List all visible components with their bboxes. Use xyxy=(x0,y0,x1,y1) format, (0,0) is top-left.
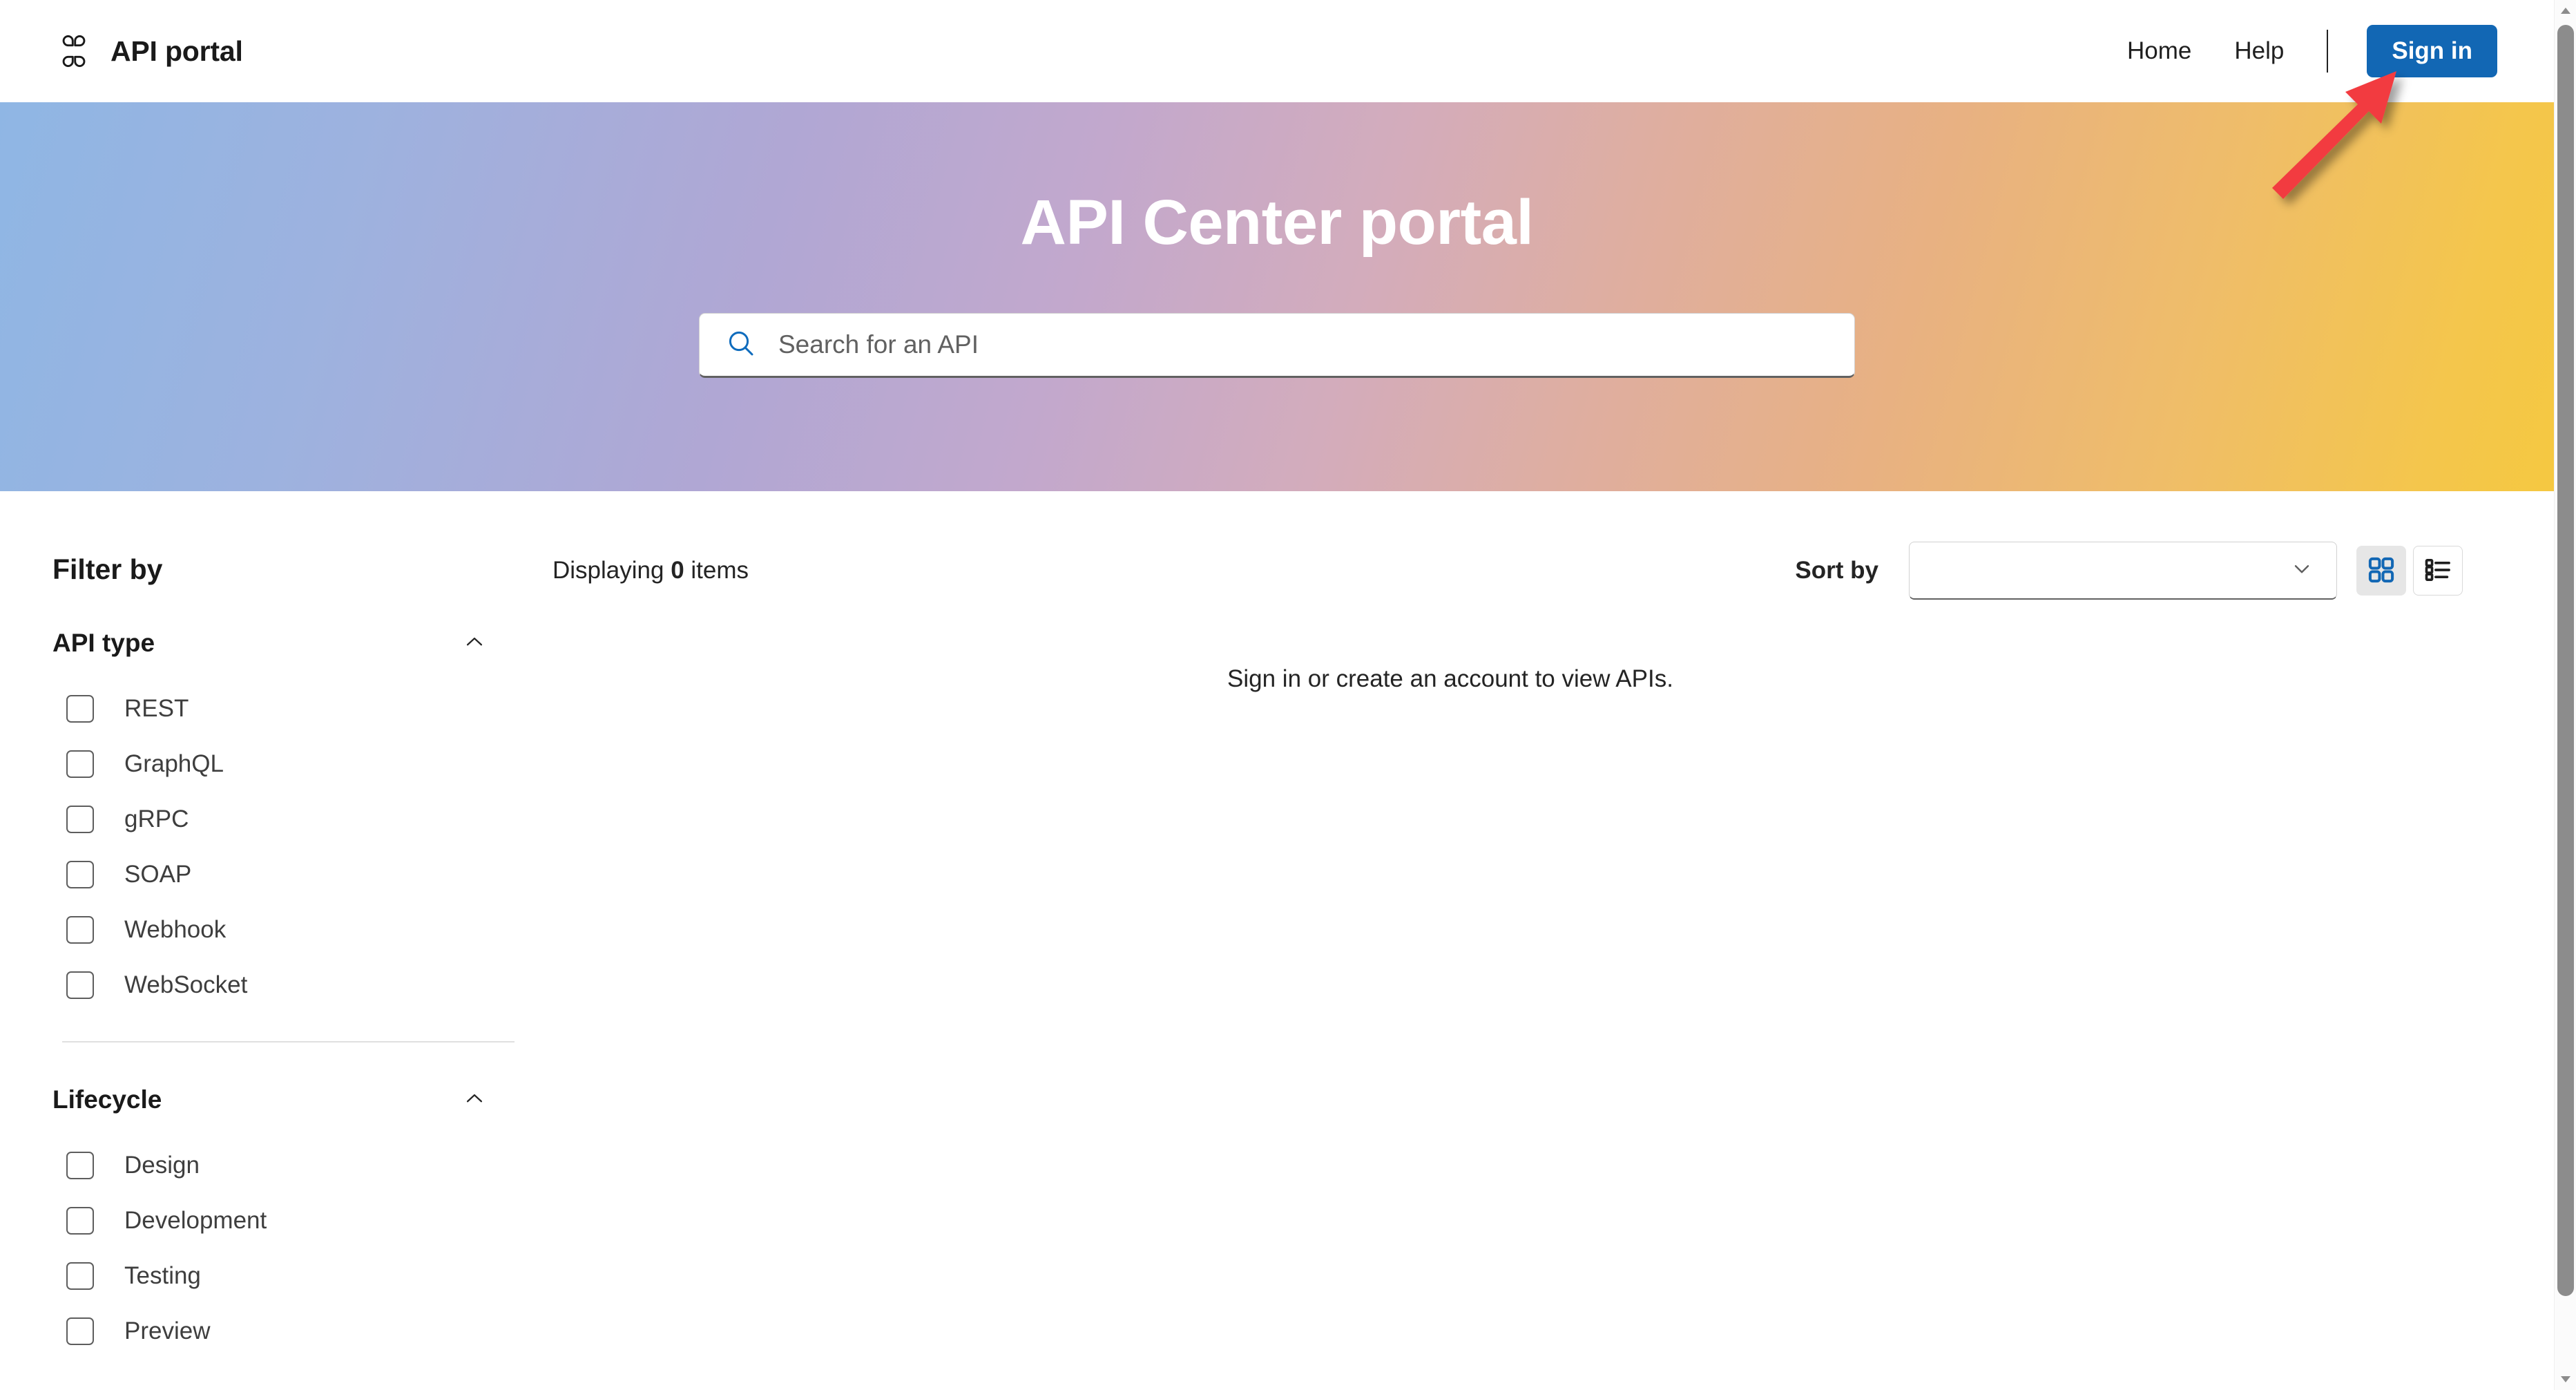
filter-by-heading: Filter by xyxy=(52,553,515,586)
filter-option-label: Webhook xyxy=(124,916,226,944)
header-nav: Home Help Sign in xyxy=(2124,25,2497,77)
filter-group-title: API type xyxy=(52,629,155,658)
filter-option-label: Development xyxy=(124,1207,267,1235)
checkbox-icon[interactable] xyxy=(66,695,94,723)
filter-option-grpc[interactable]: gRPC xyxy=(52,792,515,847)
checkbox-icon[interactable] xyxy=(66,1317,94,1345)
view-mode-toggle xyxy=(2356,546,2463,596)
sort-by-select[interactable] xyxy=(1909,542,2337,600)
chevron-down-icon xyxy=(2289,556,2314,584)
checkbox-icon[interactable] xyxy=(66,971,94,999)
results-count-suffix: items xyxy=(684,557,749,584)
brand-title: API portal xyxy=(110,35,243,68)
sort-by-label: Sort by xyxy=(1795,557,1878,584)
chevron-up-icon[interactable] xyxy=(463,630,486,657)
api-search-box[interactable] xyxy=(699,313,1855,378)
filter-option-rest[interactable]: REST xyxy=(52,681,515,736)
results-panel: Displaying 0 items Sort by xyxy=(525,491,2500,595)
browser-viewport: API portal Home Help Sign in API Center … xyxy=(0,0,2554,1390)
chevron-up-icon[interactable] xyxy=(463,1087,486,1114)
page-title: API Center portal xyxy=(0,187,2554,259)
scroll-up-arrow-icon[interactable] xyxy=(2555,0,2576,22)
page-root: API portal Home Help Sign in API Center … xyxy=(0,0,2576,1390)
hero-banner: API Center portal xyxy=(0,102,2554,491)
content-area: Filter by API type RE xyxy=(0,491,2554,1390)
filter-option-label: GraphQL xyxy=(124,750,224,778)
checkbox-icon[interactable] xyxy=(66,861,94,888)
filter-options-api-type: REST GraphQL gRPC SOAP xyxy=(52,681,515,1013)
list-view-icon xyxy=(2422,554,2454,588)
filter-option-label: REST xyxy=(124,695,189,723)
filter-option-design[interactable]: Design xyxy=(52,1138,515,1193)
grid-view-icon xyxy=(2365,554,2397,588)
filter-group-header-api-type[interactable]: API type xyxy=(52,626,494,660)
filter-option-soap[interactable]: SOAP xyxy=(52,847,515,902)
vertical-scrollbar[interactable] xyxy=(2554,0,2576,1390)
site-header: API portal Home Help Sign in xyxy=(0,0,2554,102)
clover-grid-icon xyxy=(58,35,90,67)
sidebar-divider xyxy=(62,1041,515,1042)
filter-option-webhook[interactable]: Webhook xyxy=(52,902,515,958)
search-icon xyxy=(724,327,758,363)
filter-option-label: Testing xyxy=(124,1262,201,1290)
nav-link-home[interactable]: Home xyxy=(2124,30,2194,72)
filter-options-lifecycle: Design Development Testing Preview xyxy=(52,1138,515,1359)
empty-state-message: Sign in or create an account to view API… xyxy=(525,665,2376,693)
checkbox-icon[interactable] xyxy=(66,1152,94,1179)
filter-option-label: Preview xyxy=(124,1317,210,1345)
results-toolbar: Displaying 0 items Sort by xyxy=(525,491,2500,595)
nav-link-help[interactable]: Help xyxy=(2231,30,2287,72)
results-count: Displaying 0 items xyxy=(552,557,749,584)
filter-group-lifecycle: Lifecycle Design xyxy=(52,1083,515,1359)
scroll-down-arrow-icon[interactable] xyxy=(2555,1368,2576,1390)
checkbox-icon[interactable] xyxy=(66,916,94,944)
filter-group-header-lifecycle[interactable]: Lifecycle xyxy=(52,1083,494,1117)
filter-group-api-type: API type REST xyxy=(52,626,515,1013)
filter-sidebar: Filter by API type RE xyxy=(52,491,515,1359)
filter-option-label: Design xyxy=(124,1152,200,1179)
brand-logo-link[interactable]: API portal xyxy=(58,35,243,68)
list-view-button[interactable] xyxy=(2413,546,2463,596)
filter-option-graphql[interactable]: GraphQL xyxy=(52,736,515,792)
header-divider xyxy=(2327,30,2328,73)
filter-option-websocket[interactable]: WebSocket xyxy=(52,958,515,1013)
filter-option-development[interactable]: Development xyxy=(52,1193,515,1248)
filter-option-label: SOAP xyxy=(124,861,191,888)
checkbox-icon[interactable] xyxy=(66,806,94,833)
sort-and-view-controls: Sort by xyxy=(1795,542,2463,600)
results-count-prefix: Displaying xyxy=(552,557,671,584)
checkbox-icon[interactable] xyxy=(66,1262,94,1290)
sign-in-button[interactable]: Sign in xyxy=(2367,25,2497,77)
filter-option-preview[interactable]: Preview xyxy=(52,1304,515,1359)
filter-option-testing[interactable]: Testing xyxy=(52,1248,515,1304)
checkbox-icon[interactable] xyxy=(66,750,94,778)
grid-view-button[interactable] xyxy=(2356,546,2406,596)
filter-option-label: WebSocket xyxy=(124,971,247,999)
checkbox-icon[interactable] xyxy=(66,1207,94,1235)
filter-group-title: Lifecycle xyxy=(52,1085,162,1114)
scrollbar-thumb[interactable] xyxy=(2557,25,2574,1296)
search-input[interactable] xyxy=(778,314,1854,376)
results-count-value: 0 xyxy=(671,557,684,584)
filter-option-label: gRPC xyxy=(124,806,189,833)
